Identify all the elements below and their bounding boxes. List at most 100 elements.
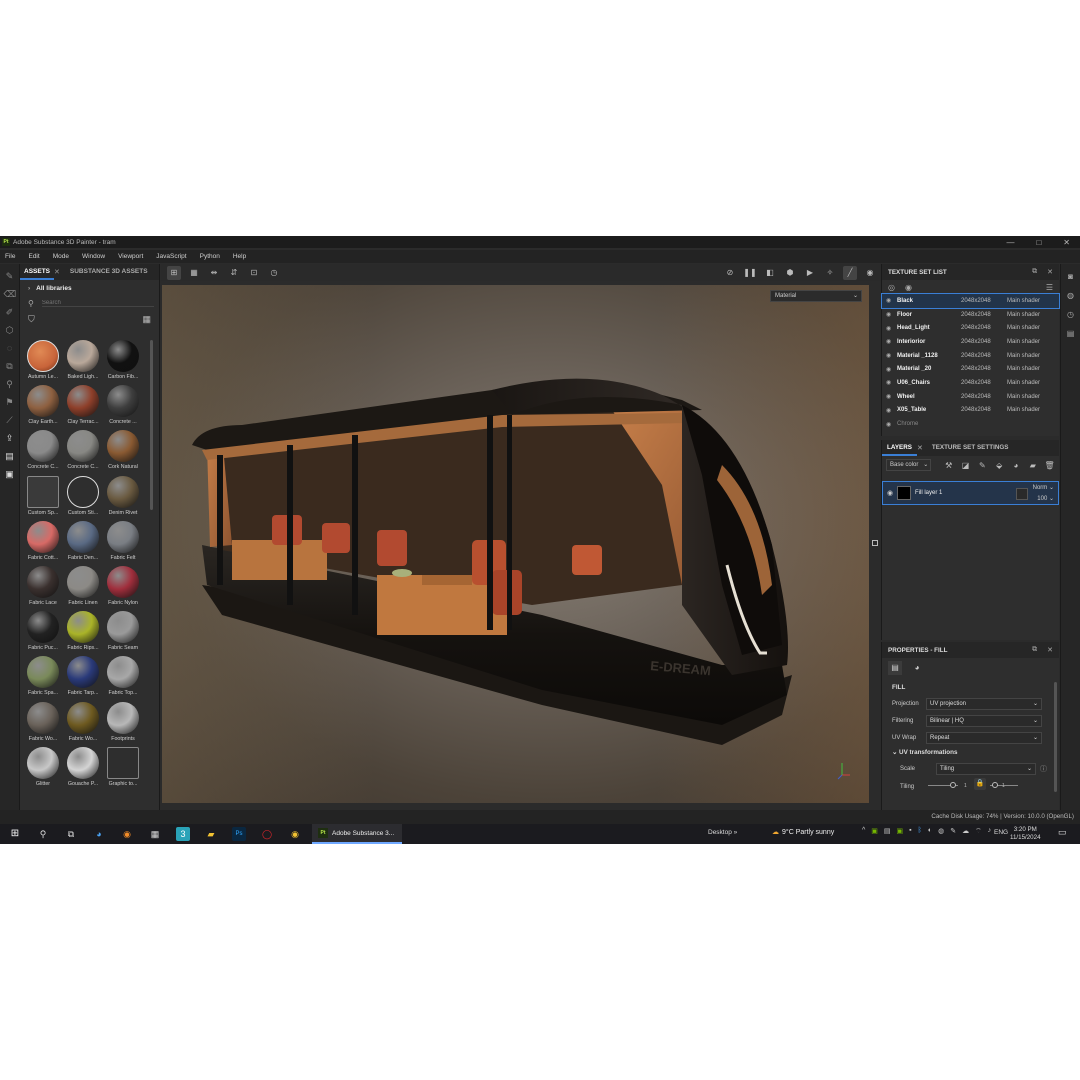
fill-properties-icon[interactable]: ▤ <box>888 661 902 675</box>
speaker-icon[interactable]: ♪ <box>988 827 992 836</box>
asset-item[interactable]: Clay Terrac... <box>63 383 103 428</box>
pen-icon[interactable]: ✎ <box>950 827 956 836</box>
bake-icon[interactable]: ▤ <box>4 450 16 462</box>
photoshop-icon[interactable]: Ps <box>232 827 246 841</box>
close-icon[interactable]: ✕ <box>54 268 60 276</box>
asset-item[interactable]: Concrete C... <box>63 428 103 473</box>
menu-mode[interactable]: Mode <box>53 253 69 260</box>
network-icon[interactable]: ⌔ <box>975 827 982 836</box>
history-icon[interactable]: ◷ <box>1065 309 1077 321</box>
tab-substance-3d-assets[interactable]: SUBSTANCE 3D ASSETS <box>66 264 152 280</box>
assets-scrollbar[interactable] <box>150 340 153 510</box>
tray-app-icon[interactable]: ◐ <box>928 827 932 836</box>
menu-help[interactable]: Help <box>233 253 246 260</box>
close-icon[interactable]: ✕ <box>917 444 923 452</box>
tray-app-icon[interactable]: ▣ <box>897 827 904 836</box>
asset-item[interactable]: Graphic to... <box>103 745 143 790</box>
task-view-icon[interactable]: ⧉ <box>64 827 78 841</box>
eye-icon[interactable]: ◉ <box>886 421 895 428</box>
align-icon[interactable]: ⇵ <box>227 266 241 280</box>
export-icon[interactable]: ⇪ <box>4 432 16 444</box>
tab-layers[interactable]: LAYERS <box>882 440 917 456</box>
asset-item[interactable]: Fabric Tarp... <box>63 654 103 699</box>
asset-item[interactable]: Fabric Wo... <box>63 700 103 745</box>
clone-icon[interactable]: ⧉ <box>4 360 16 372</box>
frame-icon[interactable]: ⊡ <box>247 266 261 280</box>
close-icon[interactable]: ✕ <box>1047 646 1053 654</box>
eraser-icon[interactable]: ⌫ <box>4 288 17 300</box>
slider-handle[interactable] <box>950 782 956 788</box>
eye-icon[interactable]: ◉ <box>886 297 895 304</box>
channel-select[interactable]: Base color ⌄ <box>886 459 932 471</box>
tray-app-icon[interactable]: ▤ <box>884 827 891 836</box>
language-indicator[interactable]: ENG <box>994 829 1008 836</box>
asset-item[interactable]: Fabric Spa... <box>23 654 63 699</box>
calculator-icon[interactable]: ▦ <box>148 827 162 841</box>
asset-item[interactable]: Baked Ligh... <box>63 338 103 383</box>
system-clock[interactable]: 3:20 PM 11/15/2024 <box>1010 826 1041 842</box>
uv-transformations-toggle[interactable]: ⌄ UV transformations <box>882 746 1059 760</box>
eye-icon[interactable]: ◉ <box>886 311 895 318</box>
add-folder-icon[interactable]: ▰ <box>1027 461 1038 470</box>
windows-start-icon[interactable]: ⊞ <box>8 827 22 841</box>
asset-item[interactable]: Denim Rivet <box>103 474 143 519</box>
history-icon[interactable]: ◷ <box>267 266 281 280</box>
asset-item[interactable]: Footprints <box>103 700 143 745</box>
delete-icon[interactable]: 🗑 <box>1044 461 1055 470</box>
asset-item[interactable]: Fabric Rips... <box>63 609 103 654</box>
smudge-icon[interactable]: ◌ <box>4 342 16 354</box>
texture-set-row[interactable]: ◉ Chrome <box>882 417 1059 431</box>
tab-texture-set-settings[interactable]: TEXTURE SET SETTINGS <box>927 440 1014 456</box>
info-icon[interactable]: ⓘ <box>1040 764 1047 774</box>
asset-item[interactable]: Fabric Wo... <box>23 700 63 745</box>
texture-set-row[interactable]: ◉ Head_Light 2048x2048 Main shader <box>882 321 1059 335</box>
asset-item[interactable]: Cork Natural <box>103 428 143 473</box>
hide-icon[interactable]: ⊘ <box>723 266 737 280</box>
weather-widget[interactable]: ☁ 9°C Partly sunny <box>772 828 834 837</box>
texture-set-row[interactable]: ◉ Material _1128 2048x2048 Main shader <box>882 349 1059 363</box>
fx-icon[interactable]: ✧ <box>823 266 837 280</box>
tiling-slider-v[interactable]: 1 <box>990 782 1018 789</box>
slider-handle[interactable] <box>992 782 998 788</box>
projection-select[interactable]: UV projection ⌄ <box>926 697 1042 710</box>
grid-view-icon[interactable]: ⊞ <box>167 265 181 280</box>
tray-app-icon[interactable]: ▪ <box>909 827 911 836</box>
blender-icon[interactable]: ◉ <box>120 827 134 841</box>
add-effect-icon[interactable]: ⚒ <box>943 461 954 470</box>
color-picker-icon[interactable]: ⚲ <box>4 378 16 390</box>
float-icon[interactable]: ⧉ <box>1032 268 1037 276</box>
add-mask-icon[interactable]: ◪ <box>960 461 971 470</box>
blend-mode-select[interactable]: Norm ⌄ <box>1033 484 1054 491</box>
viewport-mode-select[interactable]: Material ⌄ <box>770 290 862 302</box>
asset-item[interactable]: Fabric Cott... <box>23 519 63 564</box>
texture-set-row[interactable]: ◉ Material _20 2048x2048 Main shader <box>882 362 1059 376</box>
asset-item[interactable]: Fabric Den... <box>63 519 103 564</box>
eye-icon[interactable]: ◉ <box>886 366 895 373</box>
asset-item[interactable]: Gouache P... <box>63 745 103 790</box>
asset-item[interactable]: Fabric Linen <box>63 564 103 609</box>
camera-icon[interactable]: ▶ <box>803 266 817 280</box>
texture-set-row[interactable]: ◉ Floor 2048x2048 Main shader <box>882 308 1059 322</box>
visibility-toggle-icon[interactable]: ◎ <box>888 283 895 292</box>
nvidia-icon[interactable]: ▣ <box>871 827 878 836</box>
eye-icon[interactable]: ◉ <box>886 338 895 345</box>
texture-set-row[interactable]: ◉ U06_Chairs 2048x2048 Main shader <box>882 376 1059 390</box>
filtering-select[interactable]: Bilinear | HQ ⌄ <box>926 714 1042 727</box>
notifications-icon[interactable]: ▭ <box>1058 827 1067 838</box>
eye-icon[interactable]: ◉ <box>886 379 895 386</box>
asset-item[interactable]: Fabric Top... <box>103 654 143 699</box>
3d-viewport[interactable]: E-DREAM <box>162 285 869 803</box>
eye-icon[interactable]: ◉ <box>886 407 895 414</box>
tray-app-icon[interactable]: ◍ <box>938 827 944 836</box>
brush-icon[interactable]: ╱ <box>843 265 857 280</box>
texture-set-row[interactable]: ◉ Interiorior 2048x2048 Main shader <box>882 335 1059 349</box>
tiling-slider-u[interactable]: 1 <box>928 782 967 789</box>
maximize-button[interactable]: □ <box>1036 238 1041 247</box>
display-settings-icon[interactable]: ◙ <box>1065 271 1077 283</box>
onedrive-icon[interactable]: ☁ <box>962 827 969 836</box>
path-icon[interactable]: ⟋ <box>4 414 16 426</box>
file-explorer-icon[interactable]: ▰ <box>204 827 218 841</box>
asset-item[interactable]: Custom Sti... <box>63 474 103 519</box>
menu-file[interactable]: File <box>5 253 15 260</box>
close-icon[interactable]: ✕ <box>1047 268 1053 276</box>
